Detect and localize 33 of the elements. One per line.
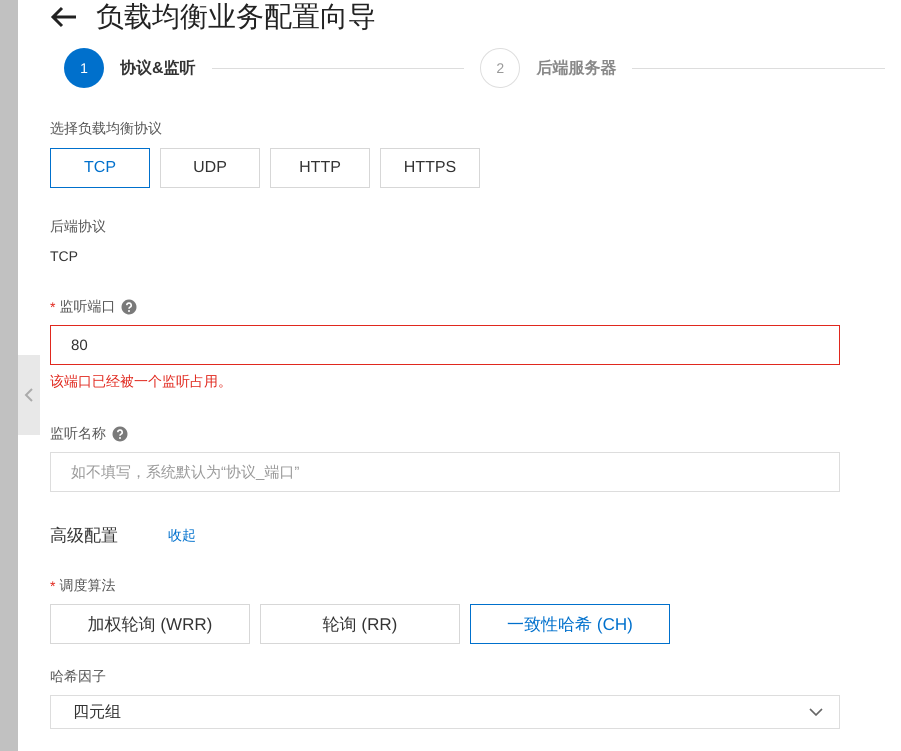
page-title: 负载均衡业务配置向导 (96, 0, 376, 34)
step-label: 后端服务器 (536, 58, 616, 78)
scrollbar[interactable] (0, 0, 18, 751)
chevron-left-icon (24, 387, 34, 403)
error-message: 该端口已经被一个监听占用。 (50, 373, 233, 391)
step-number: 2 (480, 48, 520, 88)
hash-factor-select[interactable]: 四元组 (50, 695, 840, 729)
step-number: 1 (64, 48, 104, 88)
field-label: 监听名称 (50, 425, 106, 443)
field-value: TCP (50, 248, 79, 264)
option-button[interactable]: HTTP (270, 148, 370, 188)
help-icon[interactable] (112, 426, 128, 442)
help-icon[interactable] (121, 299, 138, 315)
field-label: 后端协议 (50, 218, 107, 236)
name-input[interactable]: 如不填写，系统默认为“协议_端口” (50, 452, 840, 492)
back-arrow-icon[interactable] (50, 6, 78, 28)
option-button[interactable]: TCP (50, 148, 150, 188)
field-label: 哈希因子 (50, 668, 106, 686)
chevron-down-icon (809, 707, 823, 717)
field-label: 选择负载均衡协议 (50, 120, 163, 138)
option-button[interactable]: 轮询 (RR) (260, 604, 460, 644)
field-label: 监听端口 (59, 298, 116, 316)
collapse-link[interactable]: 收起 (168, 526, 196, 544)
option-button[interactable]: 加权轮询 (WRR) (50, 604, 250, 644)
section-title: 高级配置 (50, 525, 118, 547)
field-label: 调度算法 (59, 577, 116, 595)
required-mark: * (50, 299, 56, 315)
required-mark: * (50, 578, 56, 594)
step-label: 协议&监听 (120, 58, 196, 78)
option-button[interactable]: HTTPS (380, 148, 480, 188)
port-input[interactable]: 80 (50, 325, 840, 365)
option-button[interactable]: 一致性哈希 (CH) (470, 604, 670, 644)
option-button[interactable]: UDP (160, 148, 260, 188)
